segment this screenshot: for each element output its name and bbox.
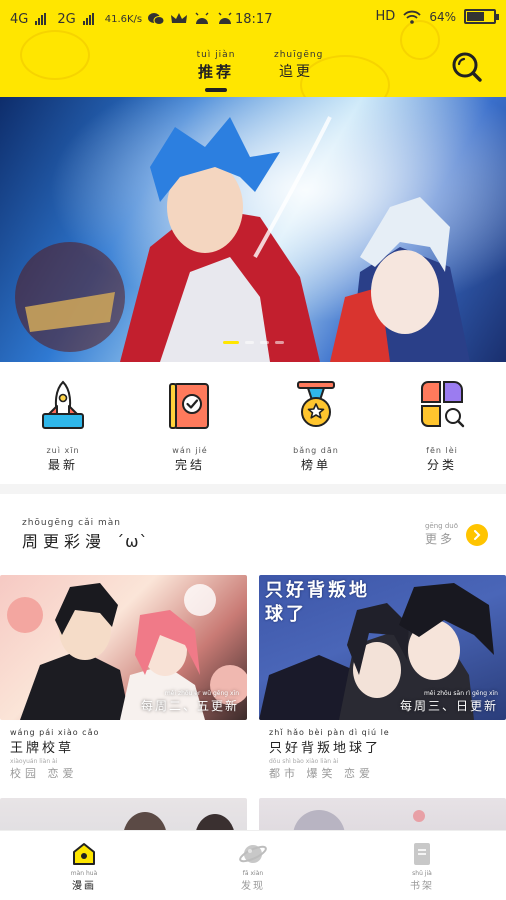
network-type-1: 4G: [10, 11, 29, 27]
nav-pinyin: shū jià: [412, 870, 432, 877]
home-icon: [73, 843, 95, 865]
tab-recommend[interactable]: tuì jiàn 推荐: [196, 50, 236, 92]
network-speed: 41.6K/s: [104, 13, 143, 25]
wifi-icon: [403, 10, 421, 24]
hd-indicator: HD: [375, 9, 396, 24]
cover-title: 只好背叛地球了: [265, 580, 370, 625]
pagination-dot[interactable]: [222, 341, 239, 344]
network-type-2: 2G: [57, 11, 76, 27]
comic-cover[interactable]: měi zhōu èr wǔ gēng xīn 每周二、五更新: [0, 575, 247, 720]
section-title-pinyin: zhōugēng cǎi màn: [22, 518, 121, 528]
section-title: zhōugēng cǎi màn 周更彩漫 ´ω`: [22, 518, 149, 552]
search-button[interactable]: [450, 50, 484, 84]
medal-icon: [297, 381, 335, 427]
nav-label: 发现: [241, 881, 265, 892]
signal-icon: [35, 13, 47, 25]
update-text: 每周三、日更新: [399, 699, 498, 713]
section-title-label: 周更彩漫: [22, 532, 107, 551]
banner-artwork: [0, 97, 506, 362]
comic-tags: dōu shì bào xiào liàn ài 都市 爆笑 恋爱: [269, 758, 506, 781]
comic-title-text: 只好背叛地球了: [269, 741, 382, 756]
quick-item-pinyin: wán jié: [172, 446, 208, 455]
more-pinyin: gēng duō: [424, 522, 458, 530]
comic-title[interactable]: wáng pái xiào cǎo 王牌校草: [10, 728, 247, 756]
battery-percent: 64%: [429, 9, 456, 24]
rocket-icon: [42, 380, 84, 429]
search-icon: [452, 52, 482, 82]
comic-title-pinyin: wáng pái xiào cǎo: [10, 728, 100, 737]
top-header: 4G 2G 41.6K/s 18:17 HD 64% tuì jiàn 推荐 z…: [0, 0, 506, 97]
nav-comics[interactable]: màn huà 漫画: [44, 841, 124, 892]
header-tabs: tuì jiàn 推荐 zhuīgēng 追更: [0, 50, 506, 92]
tab-pinyin: tuì jiàn: [196, 50, 236, 60]
android-icon: [195, 12, 209, 24]
tab-label: 推荐: [197, 63, 234, 81]
section-title-text: 周更彩漫 ´ω`: [22, 528, 149, 552]
pagination-dot[interactable]: [259, 341, 269, 344]
banner-pagination: [0, 341, 506, 344]
clock: 18:17: [235, 12, 273, 27]
comic-title[interactable]: zhǐ hǎo bèi pàn dì qiú le 只好背叛地球了: [269, 728, 506, 756]
more-label: 更多: [424, 532, 455, 546]
book-check-icon: [169, 383, 209, 429]
section-header: zhōugēng cǎi màn 周更彩漫 ´ω` gēng duō 更多: [22, 518, 488, 552]
arrow-right-icon: [466, 523, 488, 546]
section-emoticon: ´ω`: [116, 532, 149, 551]
quick-item-label: 分类: [426, 458, 457, 472]
comic-title-pinyin: zhǐ hǎo bèi pàn dì qiú le: [269, 728, 390, 737]
pagination-dot[interactable]: [274, 341, 284, 344]
update-pinyin: měi zhōu sān rì gēng xīn: [423, 690, 498, 697]
update-pinyin: měi zhōu èr wǔ gēng xīn: [164, 690, 239, 697]
quick-item-pinyin: zuì xīn: [46, 446, 80, 455]
crown-icon: [171, 13, 188, 23]
comic-tags-pinyin: dōu shì bào xiào liàn ài: [269, 758, 339, 765]
nav-pinyin: fā xiàn: [242, 870, 264, 877]
quick-item-label: 榜单: [300, 458, 331, 472]
nav-discover[interactable]: fā xiàn 发现: [213, 841, 293, 892]
nav-label: 书架: [410, 881, 434, 892]
quick-item-label: 最新: [47, 458, 78, 472]
quick-item-label: 完结: [174, 458, 205, 472]
tab-label: 追更: [279, 64, 313, 80]
update-text: 每周二、五更新: [140, 699, 239, 713]
wechat-icon: [148, 13, 165, 25]
battery-icon: [464, 9, 499, 24]
pagination-dot[interactable]: [244, 341, 254, 344]
active-tab-indicator: [205, 88, 227, 92]
quick-item-pinyin: fēn lèi: [426, 446, 458, 455]
comic-card[interactable]: měi zhōu èr wǔ gēng xīn 每周二、五更新 wáng pái…: [0, 575, 247, 781]
comic-tags-text: 校园 恋爱: [10, 767, 78, 780]
update-schedule: měi zhōu sān rì gēng xīn 每周三、日更新: [400, 690, 498, 714]
comic-title-text: 王牌校草: [10, 741, 75, 756]
quick-item-latest[interactable]: zuì xīn 最新: [18, 378, 108, 473]
update-schedule: měi zhōu èr wǔ gēng xīn 每周二、五更新: [141, 690, 239, 714]
tab-following[interactable]: zhuīgēng 追更: [274, 50, 324, 81]
section-divider: [0, 484, 506, 494]
android-icon: [218, 12, 232, 24]
planet-icon: [239, 845, 267, 863]
comic-tags-pinyin: xiàoyuán liàn ài: [10, 758, 58, 765]
comic-card[interactable]: 只好背叛地球了 měi zhōu sān rì gēng xīn 每周三、日更新…: [259, 575, 506, 781]
bookshelf-icon: [414, 843, 430, 865]
quick-item-ranking[interactable]: bǎng dān 榜单: [271, 378, 361, 473]
nav-label: 漫画: [72, 881, 96, 892]
quick-item-category[interactable]: fēn lèi 分类: [397, 378, 487, 473]
signal-icon: [82, 13, 94, 25]
quick-item-pinyin: bǎng dān: [293, 446, 339, 455]
comic-cover[interactable]: 只好背叛地球了 měi zhōu sān rì gēng xīn 每周三、日更新: [259, 575, 506, 720]
quick-item-finished[interactable]: wán jié 完结: [145, 378, 235, 473]
more-button[interactable]: gēng duō 更多: [425, 522, 488, 547]
battery-level: [467, 12, 484, 21]
featured-banner[interactable]: [0, 97, 506, 362]
nav-bookshelf[interactable]: shū jià 书架: [382, 841, 462, 892]
comic-tags-text: 都市 爆笑 恋爱: [269, 767, 374, 780]
comic-tags: xiàoyuán liàn ài 校园 恋爱: [10, 758, 247, 781]
category-grid-icon: [421, 381, 465, 428]
nav-pinyin: màn huà: [70, 870, 98, 877]
tab-pinyin: zhuīgēng: [274, 50, 324, 60]
status-bar: 4G 2G 41.6K/s 18:17 HD 64%: [0, 0, 506, 38]
bottom-nav: màn huà 漫画 fā xiàn 发现 shū jià 书架: [0, 830, 506, 900]
quick-menu: zuì xīn 最新 wán jié 完结 bǎng dān 榜单 fēn lè…: [0, 372, 506, 480]
